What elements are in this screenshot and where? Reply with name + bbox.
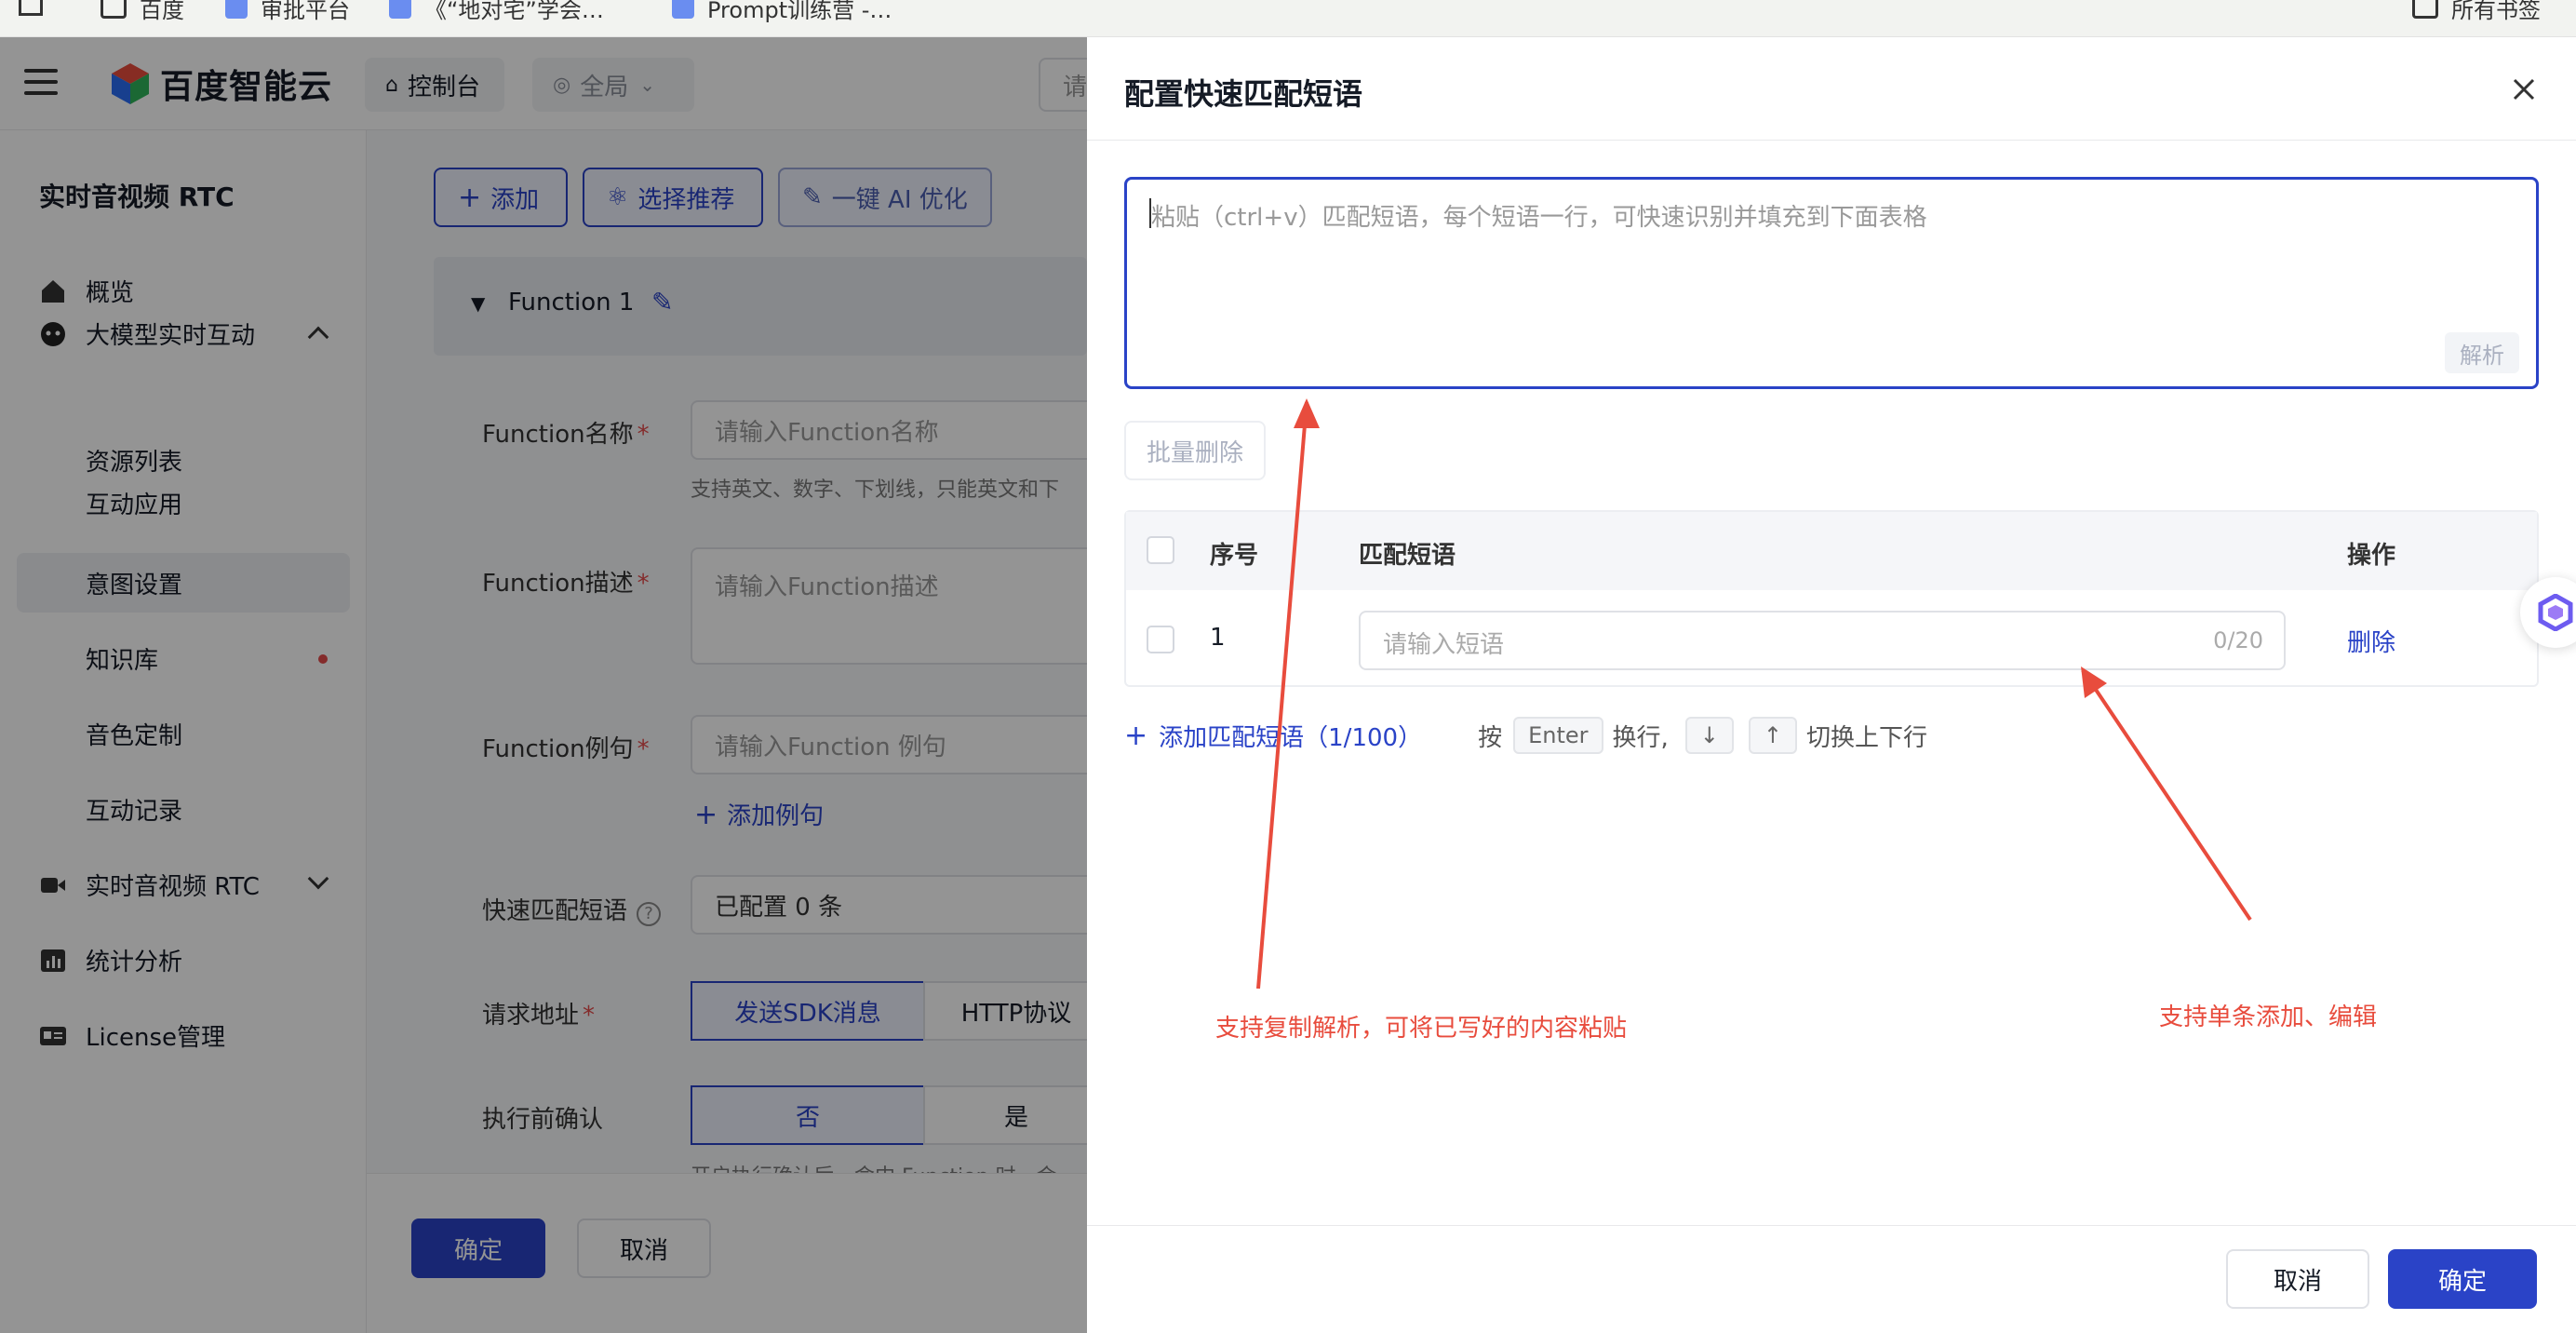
annotation-arrows [1256, 398, 2252, 990]
all-bookmarks[interactable]: 所有书签 [2412, 0, 2541, 26]
annotation-edit: 支持单条添加、编辑 [2159, 1003, 2378, 1031]
doc-favicon [389, 0, 411, 19]
apps-icon[interactable] [19, 0, 43, 26]
assistant-icon [2538, 594, 2573, 631]
doc-favicon [672, 0, 694, 19]
folder-icon [2412, 0, 2438, 19]
app-root: 百度 审批平台 《“地对宅”学会… Prompt训练营 -… 所有书签 百度智能… [0, 0, 2576, 1333]
bookmark-4[interactable]: Prompt训练营 -… [672, 0, 892, 26]
bookmark-2[interactable]: 审批平台 [225, 0, 350, 26]
drawer-ok-button[interactable]: 确定 [2388, 1249, 2537, 1309]
arrowhead-left [1294, 398, 1320, 428]
bookmark-1[interactable]: 百度 [101, 0, 184, 26]
modal-mask[interactable] [0, 37, 1087, 1333]
footer-divider [1087, 1225, 2576, 1226]
arrow-right [2081, 668, 2252, 922]
bookmarks-bar: 百度 审批平台 《“地对宅”学会… Prompt训练营 -… 所有书签 [0, 0, 2576, 37]
bookmark-favicon [225, 0, 248, 19]
arrow-left [1256, 401, 1308, 990]
arrowhead-right [2081, 666, 2107, 698]
drawer-cancel-button[interactable]: 取消 [2226, 1249, 2369, 1309]
bookmark-3[interactable]: 《“地对宅”学会… [389, 0, 604, 26]
annotation-paste: 支持复制解析，可将已写好的内容粘贴 [1215, 1015, 1628, 1043]
quick-phrase-drawer: 配置快速匹配短语 粘贴（ctrl+v）匹配短语，每个短语一行，可快速识别并填充到… [1087, 37, 2576, 1333]
folder-icon [101, 0, 127, 19]
